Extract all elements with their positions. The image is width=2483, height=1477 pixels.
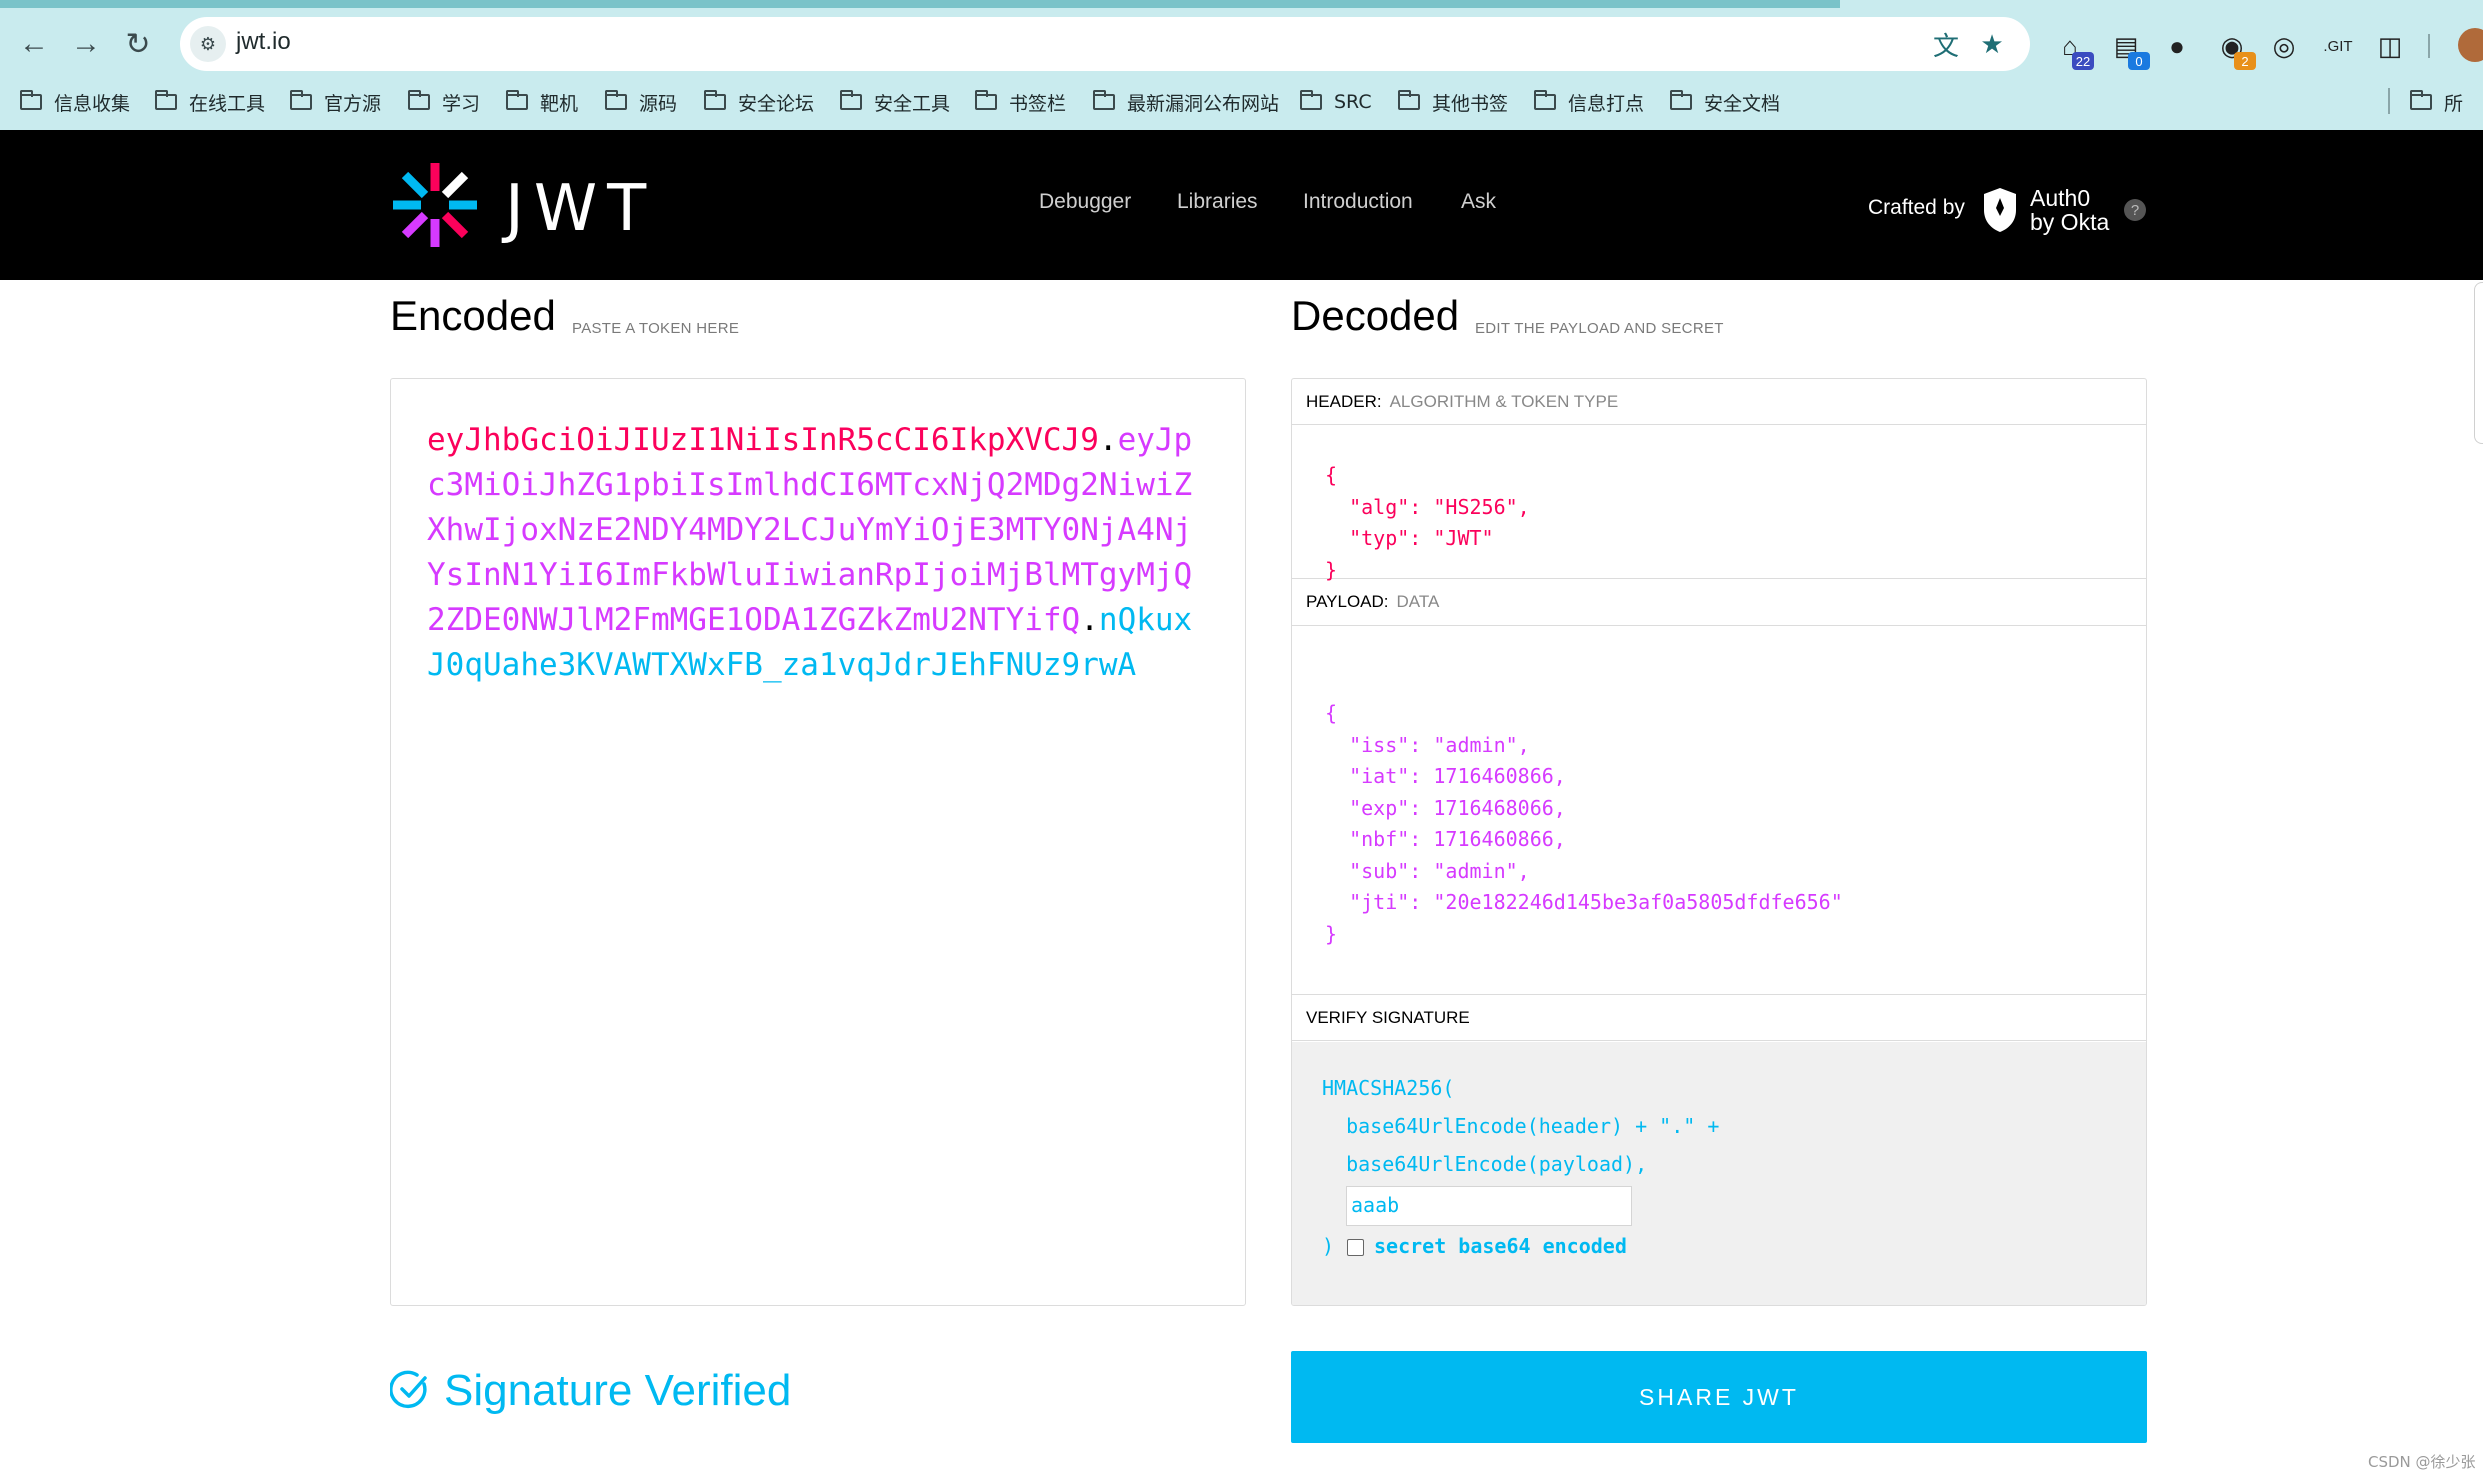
folder-icon	[20, 90, 42, 110]
signature-verified-text: Signature Verified	[444, 1366, 792, 1415]
folder-icon	[408, 90, 430, 110]
extension-badge: 2	[2234, 52, 2256, 70]
folder-icon	[155, 90, 177, 110]
header-json-editor[interactable]: { "alg": "HS256", "typ": "JWT" }	[1325, 460, 1530, 586]
site-settings-icon[interactable]: ⚙	[190, 26, 226, 62]
secret-base64-checkbox[interactable]	[1347, 1239, 1364, 1256]
bookmark-folder[interactable]: SRC	[1300, 82, 1372, 122]
help-icon[interactable]: ?	[2124, 199, 2146, 221]
bookmark-star-icon[interactable]: ★	[1974, 26, 2010, 62]
extension-c-icon[interactable]: ◉ 2	[2212, 26, 2256, 70]
side-feedback-tab[interactable]	[2474, 282, 2483, 444]
extension-window-icon[interactable]: ▤ 0	[2106, 26, 2150, 70]
nav-ask[interactable]: Ask	[1461, 190, 1496, 214]
extension-badge: 22	[2072, 52, 2094, 70]
nav-introduction[interactable]: Introduction	[1303, 190, 1413, 214]
folder-icon	[1093, 90, 1115, 110]
toolbar-divider	[2428, 34, 2430, 58]
extension-house-icon[interactable]: ⌂ 22	[2050, 26, 2094, 70]
encoded-title: Encoded	[390, 292, 556, 339]
bookmark-folder[interactable]: 源码	[605, 82, 677, 122]
extension-globe-icon[interactable]: ◎	[2264, 26, 2304, 66]
token-dot: .	[1080, 602, 1099, 638]
token-header-part: eyJhbGciOiJIUzI1NiIsInR5cCI6IkpXVCJ9	[427, 422, 1099, 458]
jwt-logo-text[interactable]: JWT	[505, 172, 656, 246]
folder-icon	[506, 90, 528, 110]
forward-arrow-icon[interactable]: →	[64, 22, 108, 66]
verify-payload-line: base64UrlEncode(payload),	[1322, 1152, 1648, 1176]
folder-icon	[704, 90, 726, 110]
crafted-by-label: Crafted by	[1868, 196, 1965, 219]
extension-badge: 0	[2128, 52, 2150, 70]
encoded-subtitle: PASTE A TOKEN HERE	[572, 320, 740, 337]
signature-verified-status: Signature Verified	[390, 1366, 791, 1415]
folder-icon	[290, 90, 312, 110]
nav-debugger[interactable]: Debugger	[1039, 190, 1131, 214]
nav-libraries[interactable]: Libraries	[1177, 190, 1258, 214]
payload-pane-label: PAYLOAD: DATA	[1292, 579, 2146, 626]
check-circle-icon	[390, 1370, 427, 1409]
folder-icon	[605, 90, 627, 110]
header-pane-label: HEADER: ALGORITHM & TOKEN TYPE	[1292, 379, 2146, 425]
folder-icon	[1300, 90, 1322, 110]
secret-base64-label[interactable]: secret base64 encoded	[1374, 1234, 1627, 1258]
bookmark-folder[interactable]: 最新漏洞公布网站	[1093, 82, 1279, 122]
bookmarks-bar: 信息收集 在线工具 官方源 学习 靶机 源码 安全论坛 安全工具 书签栏 最新漏…	[0, 82, 2483, 122]
verify-close-paren: )	[1322, 1234, 1335, 1258]
bookmarks-divider	[2388, 88, 2390, 114]
url-text[interactable]: jwt.io	[236, 28, 291, 56]
jwt-logo-icon[interactable]	[390, 160, 480, 250]
folder-icon	[2410, 90, 2432, 110]
bookmark-folder[interactable]: 信息打点	[1534, 82, 1644, 122]
auth0-brand[interactable]: Auth0 by Okta	[2030, 186, 2109, 234]
bookmark-folder[interactable]: 学习	[408, 82, 480, 122]
folder-icon	[1398, 90, 1420, 110]
extension-git-icon[interactable]: .GIT	[2318, 26, 2358, 66]
extensions-puzzle-icon[interactable]: ◫	[2370, 26, 2410, 66]
bookmark-folder[interactable]: 安全论坛	[704, 82, 814, 122]
bookmark-folder[interactable]: 安全工具	[840, 82, 950, 122]
decoded-title: Decoded	[1291, 292, 1460, 339]
bookmark-folder[interactable]: 靶机	[506, 82, 578, 122]
auth0-shield-icon[interactable]	[1980, 186, 2020, 234]
all-bookmarks-folder[interactable]: 所	[2410, 82, 2463, 122]
bookmark-folder[interactable]: 信息收集	[20, 82, 130, 122]
verify-pane-label: VERIFY SIGNATURE	[1292, 995, 2146, 1041]
bookmark-folder[interactable]: 其他书签	[1398, 82, 1508, 122]
extension-hacker-icon[interactable]: ●	[2157, 26, 2197, 66]
verify-header-line: base64UrlEncode(header) + "." +	[1322, 1114, 1720, 1138]
folder-icon	[1534, 90, 1556, 110]
folder-icon	[1670, 90, 1692, 110]
active-tab-strip	[0, 0, 1840, 8]
token-dot: .	[1098, 422, 1118, 458]
secret-input[interactable]: aaab	[1346, 1186, 1632, 1226]
decoded-subtitle: EDIT THE PAYLOAD AND SECRET	[1475, 320, 1724, 337]
payload-json-editor[interactable]: { "iss": "admin", "iat": 1716460866, "ex…	[1325, 698, 1843, 950]
folder-icon	[975, 90, 997, 110]
bookmark-folder[interactable]: 书签栏	[975, 82, 1066, 122]
bookmark-folder[interactable]: 安全文档	[1670, 82, 1780, 122]
share-jwt-button[interactable]: SHARE JWT	[1291, 1351, 2147, 1443]
encoded-token[interactable]: eyJhbGciOiJIUzI1NiIsInR5cCI6IkpXVCJ9.eyJ…	[427, 418, 1207, 688]
address-bar[interactable]	[180, 17, 2030, 71]
translate-icon[interactable]: 文	[1928, 26, 1964, 62]
back-arrow-icon[interactable]: ←	[12, 22, 56, 66]
bookmark-folder[interactable]: 在线工具	[155, 82, 265, 122]
verify-hmac-line: HMACSHA256(	[1322, 1076, 1455, 1100]
folder-icon	[840, 90, 862, 110]
bookmark-folder[interactable]: 官方源	[290, 82, 381, 122]
reload-icon[interactable]: ↻	[116, 22, 160, 66]
watermark: CSDN @徐少张	[2368, 1453, 2476, 1471]
